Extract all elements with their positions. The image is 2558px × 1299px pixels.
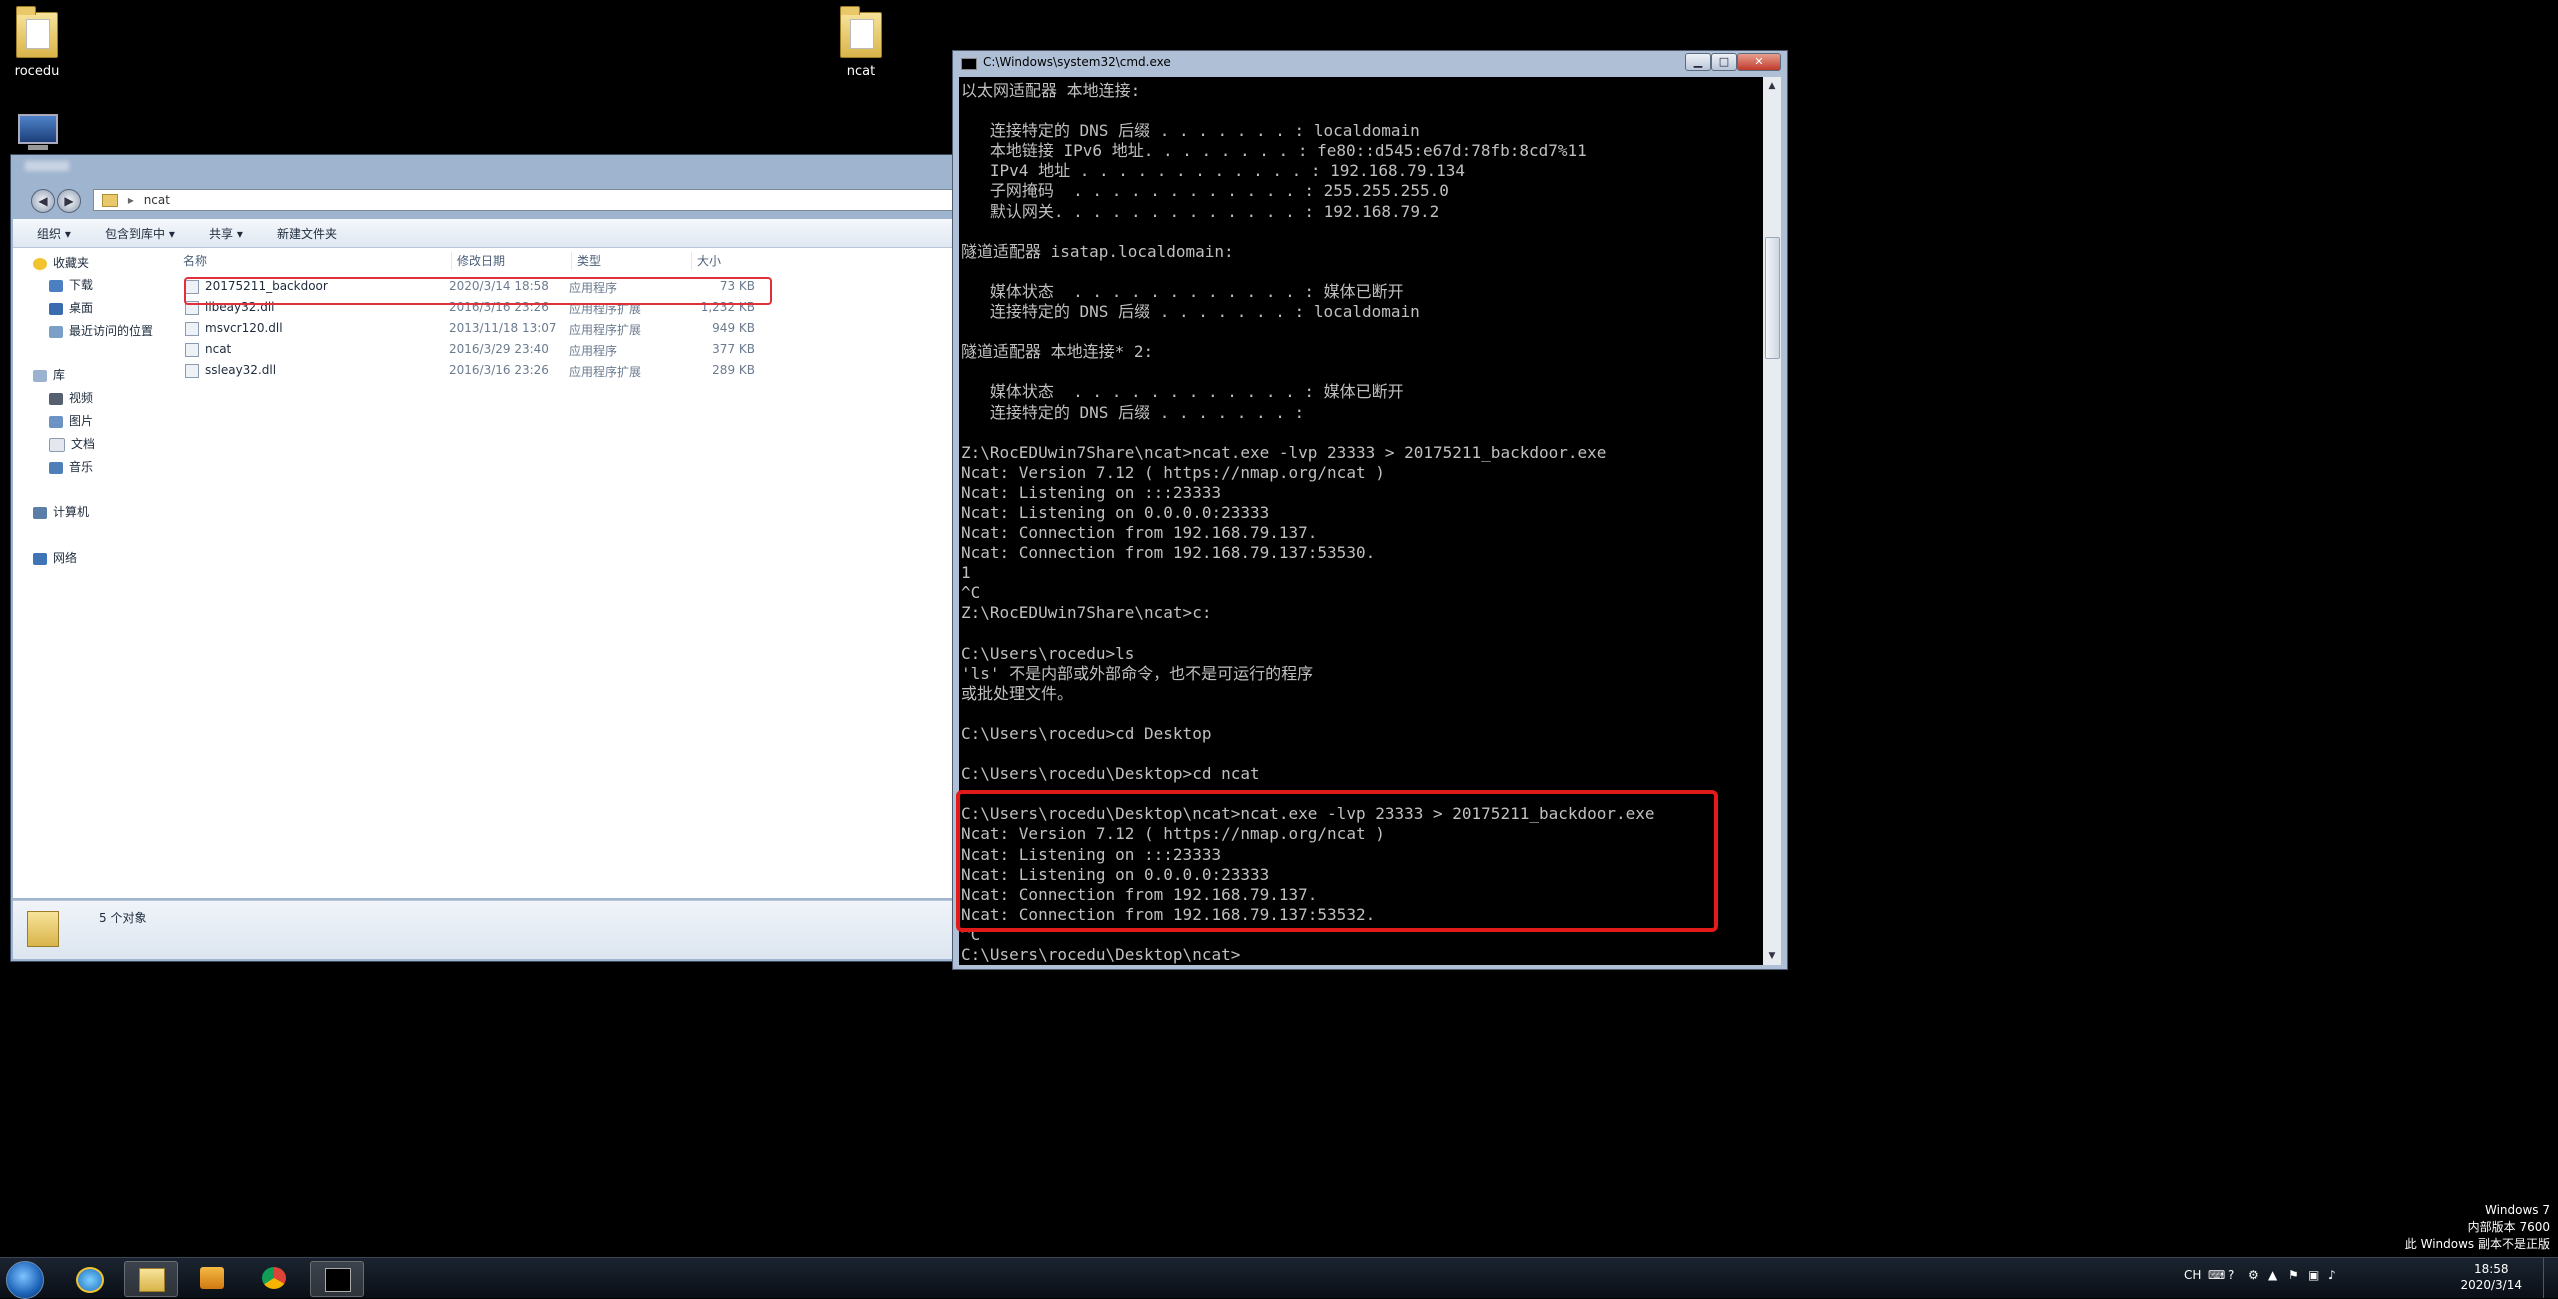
nav-computer[interactable]: 计算机 [33, 503, 89, 521]
keyboard-icon[interactable]: ⌨ [2208, 1268, 2225, 1282]
folder-icon [840, 6, 882, 58]
scroll-down-icon[interactable]: ▼ [1763, 947, 1781, 965]
taskbar-ie[interactable] [62, 1261, 114, 1295]
document-icon [49, 437, 65, 452]
window-title: C:\Windows\system32\cmd.exe [983, 55, 1171, 69]
item-count: 5 个对象 [99, 911, 147, 925]
new-folder-button[interactable]: 新建文件夹 [277, 225, 337, 242]
music-icon [49, 461, 63, 474]
star-icon [33, 257, 47, 270]
taskbar-media-player[interactable] [186, 1261, 238, 1295]
computer-icon[interactable] [18, 114, 60, 150]
nav-documents[interactable]: 文档 [49, 435, 95, 453]
taskbar-explorer[interactable] [124, 1261, 178, 1297]
flag-icon[interactable]: ⚑ [2288, 1268, 2299, 1282]
include-library-button[interactable]: 包含到库中 ▾ [105, 225, 175, 242]
download-icon [49, 279, 63, 292]
desktop-icon [49, 302, 63, 315]
help-icon[interactable]: ? [2228, 1268, 2234, 1282]
address-row: ◀ ▶ ▸ ncat [17, 185, 969, 215]
desktop-icon-label: ncat [846, 64, 876, 79]
status-bar: 5 个对象 [13, 900, 969, 959]
desktop-icon-ncat[interactable]: ncat [816, 6, 906, 79]
folder-icon [27, 911, 59, 947]
nav-favorites[interactable]: 收藏夹 [33, 254, 89, 272]
dll-icon [185, 322, 199, 336]
file-list: 名称 修改日期 类型 大小 20175211_backdoor 2020/3/1… [171, 248, 969, 898]
volume-icon[interactable]: ♪ [2328, 1268, 2336, 1282]
back-button[interactable]: ◀ [31, 189, 55, 213]
close-button[interactable]: ✕ [1737, 53, 1781, 71]
nav-pictures[interactable]: 图片 [49, 412, 93, 430]
nav-network[interactable]: 网络 [33, 549, 77, 567]
scroll-thumb[interactable] [1765, 237, 1780, 359]
highlight-box-console [956, 790, 1718, 932]
navigation-pane: 收藏夹 下载 桌面 最近访问的位置 库 视频 图片 文档 音乐 计算机 网络 [13, 248, 172, 898]
breadcrumb-arrow-icon: ▸ [127, 193, 134, 207]
explorer-titlebar[interactable] [11, 155, 969, 181]
organize-button[interactable]: 组织 ▾ [37, 225, 71, 242]
address-bar[interactable]: ▸ ncat [93, 189, 969, 211]
column-header-date[interactable]: 修改日期 [457, 252, 505, 269]
minimize-button[interactable]: ▁ [1685, 53, 1711, 71]
nav-music[interactable]: 音乐 [49, 458, 93, 476]
network-icon[interactable]: ▣ [2308, 1268, 2319, 1282]
column-header-type[interactable]: 类型 [577, 252, 601, 269]
start-button[interactable] [6, 1261, 44, 1299]
ie-icon [76, 1267, 104, 1293]
column-header-size[interactable]: 大小 [697, 252, 721, 269]
cmd-titlebar[interactable]: C:\Windows\system32\cmd.exe ▁ □ ✕ [953, 51, 1787, 75]
network-icon [33, 552, 47, 565]
forward-button[interactable]: ▶ [57, 189, 81, 213]
show-hidden-icons[interactable]: ▲ [2268, 1268, 2277, 1282]
vertical-scrollbar[interactable]: ▲ ▼ [1763, 77, 1781, 965]
show-desktop-button[interactable] [2543, 1258, 2558, 1298]
taskbar-cmd[interactable] [310, 1261, 364, 1297]
computer-icon [33, 506, 47, 519]
taskbar: CH ⌨ ? ⚙ ▲ ⚑ ▣ ♪ 18:58 2020/3/14 [0, 1257, 2558, 1299]
scroll-up-icon[interactable]: ▲ [1763, 77, 1781, 95]
table-row[interactable]: ssleay32.dll 2016/3/16 23:26 应用程序扩展 289 … [181, 360, 761, 380]
nav-libraries[interactable]: 库 [33, 366, 65, 384]
nav-downloads[interactable]: 下载 [49, 276, 93, 294]
nav-desktop[interactable]: 桌面 [49, 299, 93, 317]
media-player-icon [200, 1267, 224, 1289]
breadcrumb: ncat [143, 193, 170, 207]
highlight-box-file [184, 277, 772, 305]
desktop-icon-label: rocedu [14, 64, 60, 79]
system-tray: CH ⌨ ? ⚙ ▲ ⚑ ▣ ♪ 18:58 2020/3/14 [2178, 1258, 2558, 1298]
chrome-icon [262, 1267, 286, 1289]
video-icon [49, 392, 63, 405]
table-row[interactable]: ncat 2016/3/29 23:40 应用程序 377 KB [181, 339, 761, 359]
clock[interactable]: 18:58 2020/3/14 [2460, 1261, 2522, 1293]
table-row[interactable]: msvcr120.dll 2013/11/18 13:07 应用程序扩展 949… [181, 318, 761, 338]
dll-icon [185, 364, 199, 378]
folder-icon [16, 6, 58, 58]
application-icon [185, 343, 199, 357]
desktop-icon-rocedu[interactable]: rocedu [0, 6, 82, 79]
windows-watermark: Windows 7 内部版本 7600 此 Windows 副本不是正版 [2404, 1203, 2550, 1251]
column-header-name[interactable]: 名称 [183, 252, 207, 269]
nav-videos[interactable]: 视频 [49, 389, 93, 407]
taskbar-chrome[interactable] [248, 1261, 300, 1295]
console-icon [325, 1268, 351, 1292]
language-indicator[interactable]: CH [2184, 1268, 2201, 1282]
nav-recent[interactable]: 最近访问的位置 [49, 322, 153, 340]
settings-icon[interactable]: ⚙ [2248, 1268, 2259, 1282]
folder-icon [102, 194, 118, 207]
folder-icon [139, 1268, 165, 1292]
share-button[interactable]: 共享 ▾ [209, 225, 243, 242]
command-bar: 组织 ▾ 包含到库中 ▾ 共享 ▾ 新建文件夹 [13, 219, 969, 248]
maximize-button[interactable]: □ [1711, 53, 1737, 71]
explorer-title [25, 161, 69, 171]
console-icon [961, 58, 977, 70]
library-icon [33, 369, 47, 382]
explorer-window: ◀ ▶ ▸ ncat 组织 ▾ 包含到库中 ▾ 共享 ▾ 新建文件夹 收藏夹 下… [10, 154, 970, 962]
recent-places-icon [49, 325, 63, 338]
picture-icon [49, 415, 63, 428]
